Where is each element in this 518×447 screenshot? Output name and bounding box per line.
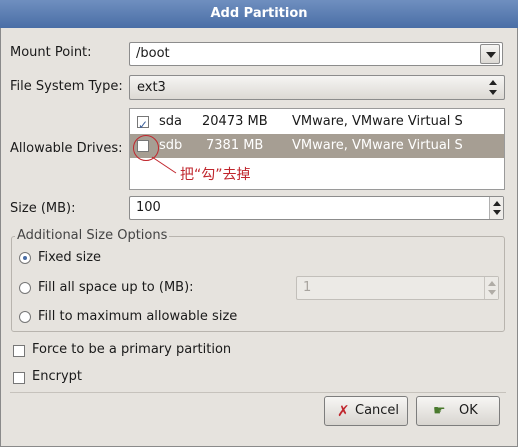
fill-max-radio[interactable] (19, 311, 31, 323)
dialog-title: Add Partition (210, 6, 308, 21)
arrow-down-icon[interactable] (488, 290, 496, 295)
file-system-type-label: File System Type: (10, 79, 123, 94)
chevron-down-icon (486, 52, 496, 58)
fill-up-to-spinbox[interactable]: 1 (296, 276, 499, 300)
fill-up-to-value[interactable]: 1 (303, 277, 311, 299)
force-primary-checkbox[interactable] (13, 345, 25, 357)
mount-point-combo[interactable]: /boot (129, 42, 503, 66)
drive-row-sda[interactable]: sda 20473 MB VMware, VMware Virtual S (130, 110, 504, 137)
annotation-text: 把“勾”去掉 (180, 167, 251, 183)
ok-label: OK (459, 403, 478, 418)
allowable-drives-label: Allowable Drives: (10, 141, 123, 156)
fill-up-to-radio[interactable] (19, 282, 31, 294)
updown-arrows-icon (488, 80, 498, 95)
size-spin-buttons[interactable] (489, 197, 503, 219)
drive-model: VMware, VMware Virtual S (292, 138, 463, 153)
annotation-leader-line (151, 156, 177, 174)
cancel-button[interactable]: ✗ Cancel (324, 396, 408, 426)
drive-sda-checkbox[interactable] (137, 113, 149, 137)
force-primary-label[interactable]: Force to be a primary partition (32, 342, 231, 357)
arrow-down-icon[interactable] (493, 210, 501, 215)
mount-point-value[interactable]: /boot (136, 43, 170, 65)
drive-model: VMware, VMware Virtual S (292, 114, 463, 129)
drive-size: 7381 MB (206, 138, 264, 153)
mount-point-dropdown-button[interactable] (480, 44, 500, 64)
arrow-up-icon[interactable] (493, 201, 501, 206)
ok-button[interactable]: ☛ OK (416, 396, 500, 426)
fill-max-label[interactable]: Fill to maximum allowable size (38, 309, 237, 324)
encrypt-label[interactable]: Encrypt (32, 369, 82, 384)
cancel-x-icon: ✗ (337, 402, 350, 420)
drive-size: 20473 MB (202, 114, 268, 129)
cancel-label: Cancel (355, 403, 400, 418)
fill-up-to-spin-buttons[interactable] (484, 277, 498, 299)
fill-up-to-label[interactable]: Fill all space up to (MB): (38, 280, 194, 295)
size-value[interactable]: 100 (136, 197, 161, 219)
additional-size-options-legend: Additional Size Options (15, 228, 170, 243)
drive-row-sdb[interactable]: sdb 7381 MB VMware, VMware Virtual S (130, 134, 504, 158)
size-label: Size (MB): (10, 201, 76, 216)
arrow-up-icon[interactable] (488, 281, 496, 286)
file-system-type-select[interactable]: ext3 (129, 75, 505, 100)
size-spinbox[interactable]: 100 (129, 196, 504, 220)
fixed-size-radio[interactable] (19, 252, 31, 264)
file-system-type-value: ext3 (137, 80, 166, 95)
encrypt-checkbox[interactable] (13, 372, 25, 384)
drive-name: sda (159, 114, 182, 129)
mount-point-label: Mount Point: (10, 45, 92, 60)
fixed-size-label[interactable]: Fixed size (38, 250, 101, 265)
dialog-titlebar: Add Partition (0, 0, 518, 28)
ok-hand-icon: ☛ (433, 403, 446, 419)
button-divider (10, 392, 506, 393)
